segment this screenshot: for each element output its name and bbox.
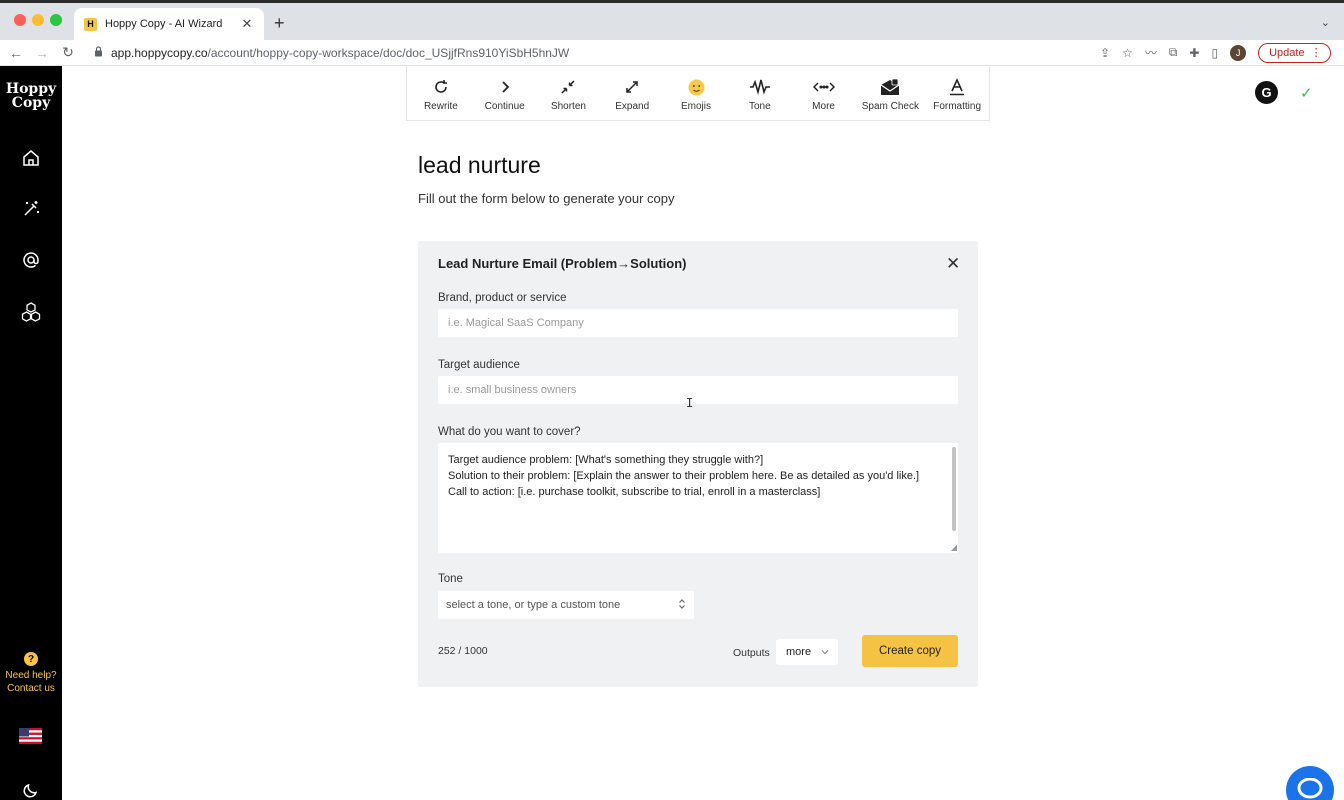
extension-wave-icon[interactable]: 〰 <box>1145 44 1157 61</box>
character-counter: 252 / 1000 <box>438 645 488 657</box>
home-icon[interactable] <box>19 146 43 170</box>
close-icon[interactable]: ✕ <box>946 254 960 274</box>
extension-copy-icon[interactable]: ⧉ <box>1169 45 1178 60</box>
url-field[interactable]: app.hoppycopy.co/account/hoppy-copy-work… <box>94 46 1084 60</box>
logo-line1: Hoppy <box>5 81 57 97</box>
magic-wand-icon[interactable] <box>19 197 43 221</box>
lock-icon <box>94 46 103 59</box>
outputs-label: Outputs <box>733 647 770 659</box>
expand-button[interactable]: Expand <box>600 66 664 120</box>
close-window-button[interactable] <box>14 14 26 26</box>
kebab-menu-icon: ⋮ <box>1310 47 1322 59</box>
saved-check-icon: ✓ <box>1300 85 1313 102</box>
us-flag-icon[interactable] <box>19 728 42 744</box>
tone-label: Tone <box>748 101 771 112</box>
help-question-icon: ? <box>24 652 38 666</box>
expand-label: Expand <box>615 101 650 112</box>
hoppy-copy-logo[interactable]: Hoppy Copy <box>0 82 62 110</box>
url-host: app.hoppycopy.co <box>111 45 208 60</box>
lead-nurture-form-card: Lead Nurture Email (Problem→Solution) ✕ … <box>418 241 978 687</box>
brand-input[interactable] <box>438 309 958 337</box>
outputs-select[interactable]: more <box>776 639 838 665</box>
waveform-icon <box>749 78 771 96</box>
brand-label: Brand, product or service <box>438 292 567 304</box>
audience-input[interactable] <box>438 376 958 404</box>
extensions-puzzle-icon[interactable]: ✚ <box>1189 46 1199 60</box>
form-title: Lead Nurture Email (Problem→Solution) <box>438 256 687 271</box>
tone-field-label: Tone <box>438 573 463 585</box>
shrink-icon <box>560 78 576 96</box>
spam-check-label: Spam Check <box>861 101 919 112</box>
editor-toolbar: Rewrite Continue Shorten Expand Emojis T… <box>406 66 990 121</box>
help-line1: Need help? <box>5 670 57 681</box>
chevron-right-icon <box>498 78 512 96</box>
help-contact-link[interactable]: ? Need help? Contact us <box>0 652 62 695</box>
cubes-icon[interactable] <box>19 300 43 324</box>
continue-button[interactable]: Continue <box>473 66 537 120</box>
emoji-icon <box>688 78 705 96</box>
browser-tab-bar: H Hoppy Copy - AI Wizard ✕ + ⌄ <box>0 0 1344 40</box>
profile-avatar[interactable]: J <box>1230 44 1247 61</box>
page-title: lead nurture <box>418 152 541 178</box>
chat-bubble-icon <box>1297 777 1323 800</box>
mail-alert-icon <box>880 78 900 96</box>
tab-search-chevron-icon[interactable]: ⌄ <box>1321 16 1330 29</box>
cover-textarea[interactable]: Target audience problem: [What's somethi… <box>438 443 958 553</box>
rewrite-button[interactable]: Rewrite <box>409 66 473 120</box>
cover-textarea-content: Target audience problem: [What's somethi… <box>448 454 920 498</box>
chat-support-button[interactable] <box>1286 766 1334 800</box>
tone-select-placeholder: select a tone, or type a custom tone <box>446 599 621 611</box>
chevron-down-icon <box>821 646 829 658</box>
logo-line2: Copy <box>11 95 51 111</box>
continue-label: Continue <box>484 101 525 112</box>
expand-icon <box>624 78 640 96</box>
more-label: More <box>812 101 835 112</box>
emojis-button[interactable]: Emojis <box>664 66 728 120</box>
text-format-icon <box>949 78 965 96</box>
bookmark-star-icon[interactable]: ☆ <box>1122 46 1133 60</box>
tab-close-icon[interactable]: ✕ <box>240 16 254 32</box>
reload-icon[interactable]: ↻ <box>58 44 78 61</box>
emojis-label: Emojis <box>681 101 712 112</box>
audience-label: Target audience <box>438 359 520 371</box>
grammarly-g-icon[interactable]: G <box>1255 81 1278 104</box>
outputs-value: more <box>786 646 812 658</box>
url-path: /account/hoppy-copy-workspace/doc/doc_US… <box>207 45 570 60</box>
minimize-window-button[interactable] <box>32 14 44 26</box>
resize-handle-icon[interactable]: ◢ <box>951 543 957 552</box>
formatting-label: Formatting <box>933 101 982 112</box>
more-arrows-icon <box>812 78 835 96</box>
rewrite-icon <box>433 78 449 96</box>
rewrite-label: Rewrite <box>423 101 458 112</box>
page-subtitle: Fill out the form below to generate your… <box>418 191 675 206</box>
shorten-button[interactable]: Shorten <box>537 66 601 120</box>
formatting-button[interactable]: Formatting <box>925 66 989 120</box>
shorten-label: Shorten <box>550 101 586 112</box>
back-arrow-icon[interactable]: ← <box>6 45 26 61</box>
app-sidebar: Hoppy Copy ? Need help? Contact us <box>0 66 62 800</box>
hoppy-copy-favicon-icon: H <box>84 17 97 31</box>
tone-button[interactable]: Tone <box>728 66 792 120</box>
at-sign-icon[interactable] <box>19 248 43 272</box>
dark-mode-moon-icon[interactable] <box>19 778 43 800</box>
forward-arrow-icon[interactable]: → <box>32 45 52 61</box>
new-tab-button[interactable]: + <box>274 14 285 32</box>
spam-check-button[interactable]: Spam Check <box>855 66 925 120</box>
up-down-chevron-icon <box>678 598 686 613</box>
textarea-scrollbar[interactable] <box>952 447 956 531</box>
create-copy-button[interactable]: Create copy <box>862 635 958 667</box>
more-button[interactable]: More <box>792 66 856 120</box>
browser-tab-active[interactable]: H Hoppy Copy - AI Wizard ✕ <box>74 8 264 40</box>
update-button[interactable]: Update ⋮ <box>1258 42 1331 63</box>
browser-address-bar: ← → ↻ app.hoppycopy.co/account/hoppy-cop… <box>0 40 1344 66</box>
update-label: Update <box>1269 46 1305 59</box>
text-cursor-icon: I <box>686 396 694 410</box>
tone-select[interactable]: select a tone, or type a custom tone <box>438 591 694 619</box>
share-icon[interactable]: ⇪ <box>1100 46 1110 60</box>
side-panel-icon[interactable]: ▯ <box>1211 46 1218 60</box>
tab-title: Hoppy Copy - AI Wizard <box>105 18 223 30</box>
help-line2: Contact us <box>7 683 55 694</box>
maximize-window-button[interactable] <box>50 14 62 26</box>
cover-label: What do you want to cover? <box>438 426 581 438</box>
